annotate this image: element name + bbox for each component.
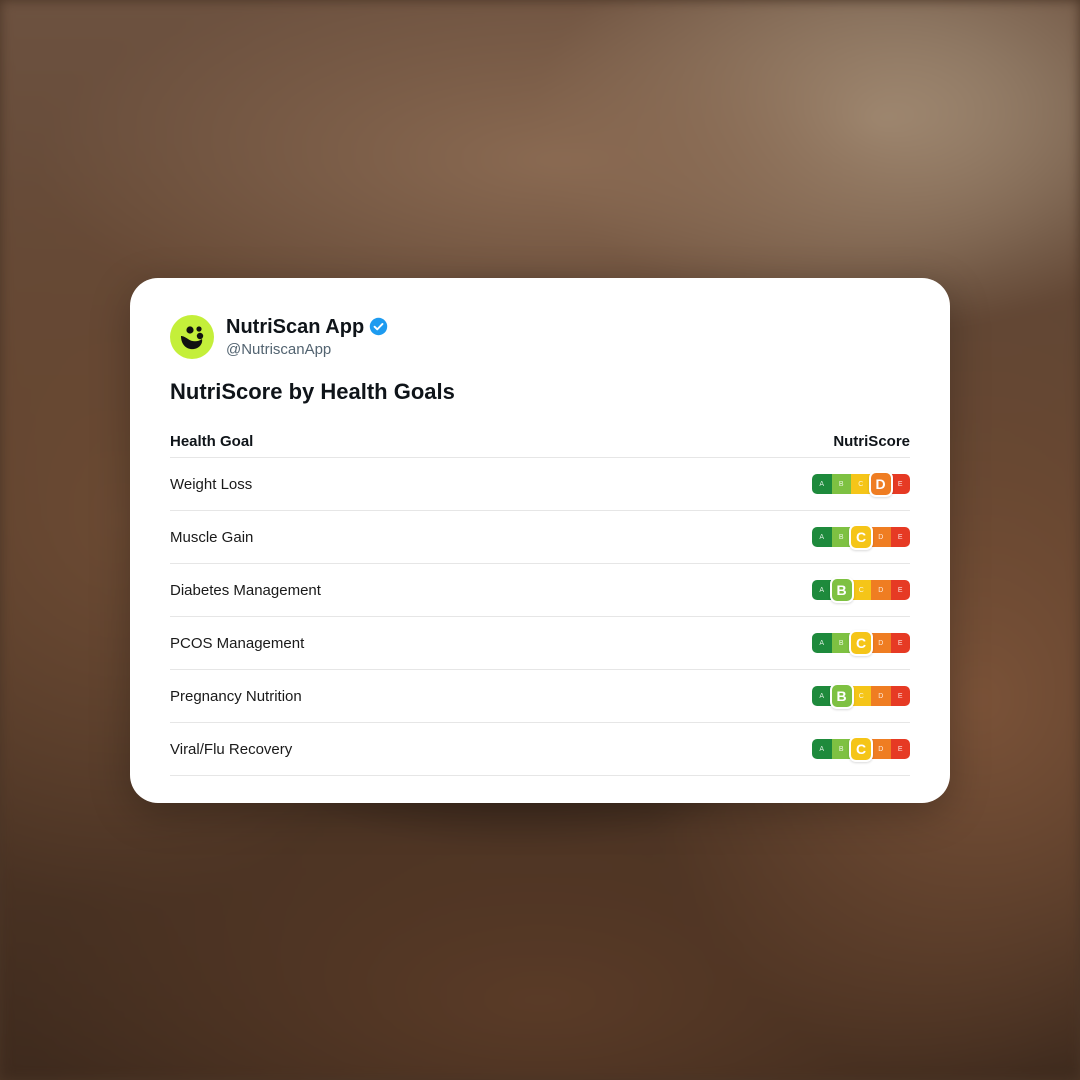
account-handle[interactable]: @NutriscanApp [226,340,388,360]
avatar[interactable] [170,315,214,359]
table-row: PCOS Management A B C D E [170,617,910,670]
post-card: NutriScan App @NutriscanApp NutriScore b… [130,278,950,803]
health-goal-label: Muscle Gain [170,528,254,546]
nutriscore-column-header: NutriScore [833,432,910,450]
table-row: Diabetes Management A B C D E [170,564,910,617]
nutriscore-grade: D [871,527,891,547]
nutriscore-grade: D [871,686,891,706]
nutriscore-grade-active: C [849,524,873,550]
nutriscore-badge: ABCDE [806,682,910,710]
table-row: Weight Loss A B C D E [170,458,910,511]
nutriscore-grade: E [890,686,910,706]
nutriscan-logo-icon [181,326,204,350]
account-name[interactable]: NutriScan App [226,315,364,339]
post-title: NutriScore by Health Goals [170,379,455,404]
nutriscore-grade: A [812,633,832,653]
health-goal-column-header: Health Goal [170,432,254,450]
nutriscore-grade: E [890,633,910,653]
health-goal-label: Weight Loss [170,475,253,493]
table-header: Health Goal NutriScore [170,425,910,458]
verified-badge-icon [369,317,388,336]
nutriscore-grade: E [890,580,910,600]
nutriscore-grade-active: D [868,471,893,497]
nutriscore-grade: C [851,686,871,706]
nutriscore-grade: E [890,739,910,759]
nutriscore-badge: ABCDE [806,576,910,604]
nutriscore-grade-active: C [849,736,873,762]
nutriscore-grade: C [851,474,871,494]
nutriscore-grade: C [851,580,871,600]
health-goal-label: Diabetes Management [170,581,321,599]
nutriscore-grade-active: B [829,577,854,603]
nutriscore-grade-active: C [849,630,873,656]
table-body: Weight Loss A B C D E Muscle Gain A B C D E Diabetes… [170,458,910,776]
nutriscore-grade-active: B [829,683,854,709]
health-goal-label: Viral/Flu Recovery [170,740,293,758]
nutriscore-grade: D [871,580,891,600]
nutriscore-grade: A [812,580,832,600]
post-header: NutriScan App @NutriscanApp [170,314,910,360]
nutriscore-badge: ABCDE [806,735,910,763]
nutriscore-grade: E [890,474,910,494]
table-row: Viral/Flu Recovery A B C D E [170,723,910,776]
nutriscore-grade: A [812,739,832,759]
table-row: Muscle Gain A B C D E [170,511,910,564]
health-goal-label: Pregnancy Nutrition [170,687,302,705]
nutriscore-grade: A [812,686,832,706]
nutriscore-grade: E [890,527,910,547]
nutriscore-grade: D [871,633,891,653]
nutriscore-grade: A [812,474,832,494]
nutriscore-badge: ABCDE [806,629,910,657]
nutriscore-badge: ABCDE [806,523,910,551]
nutriscore-grade: B [831,474,851,494]
nutriscore-grade: D [871,739,891,759]
table-row: Pregnancy Nutrition A B C D E [170,670,910,723]
nutriscore-grade: A [812,527,832,547]
health-goal-label: PCOS Management [170,634,305,652]
nutriscore-badge: ABCDE [806,470,910,498]
